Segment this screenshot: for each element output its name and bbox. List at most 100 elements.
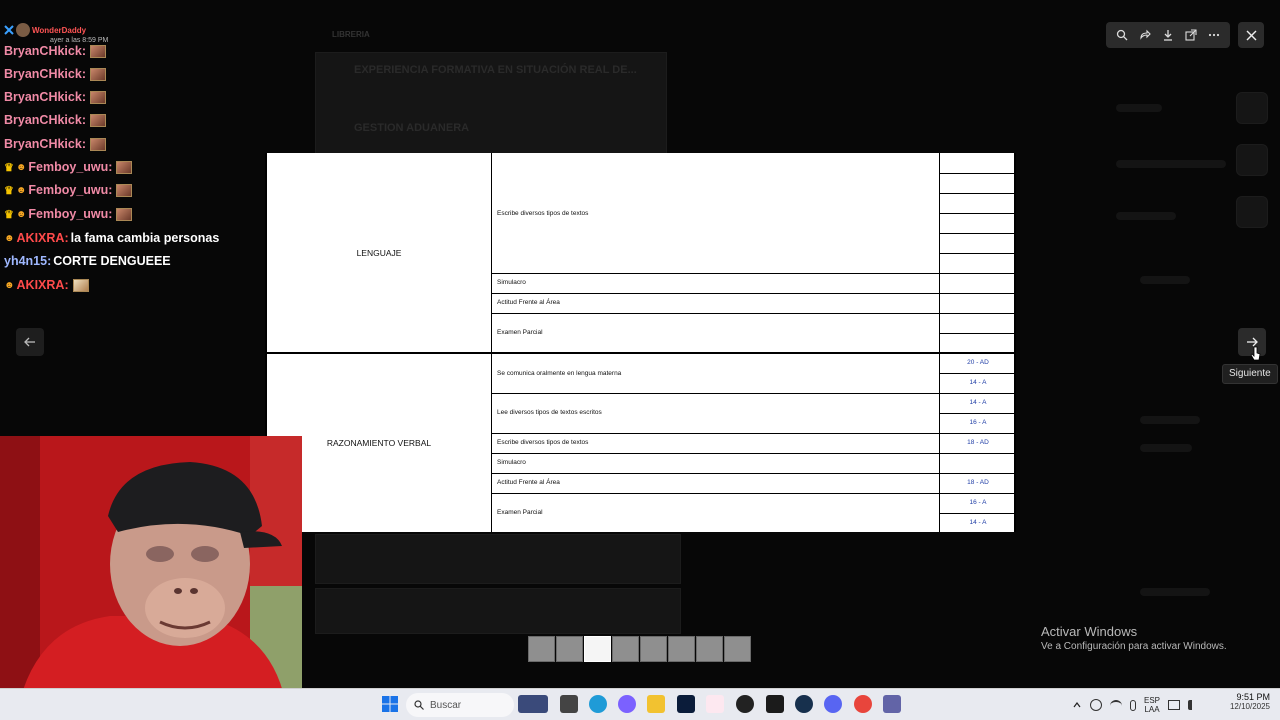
grade-cell: 14 - A (969, 399, 987, 406)
mouse-cursor-icon (1250, 346, 1261, 361)
chat-message: ♛ ☻ Femboy_uwu: (4, 204, 133, 224)
competency-label: Se comunica oralmente en lengua materna (497, 370, 622, 377)
emote-icon (72, 278, 89, 292)
chat-message: yh4n15: CORTE DENGUEEE (4, 254, 171, 268)
thumbnail[interactable] (640, 636, 667, 662)
competency-label: Escribe diversos tipos de textos (497, 210, 589, 217)
system-tray: ESP LAA (1072, 689, 1198, 720)
mask-badge-icon: ☻ (15, 161, 27, 173)
thumbnail-strip (528, 636, 752, 662)
emote-icon (116, 160, 133, 174)
close-icon (1246, 30, 1256, 40)
thumbnail[interactable] (556, 636, 583, 662)
zoom-icon[interactable] (1112, 25, 1132, 45)
widget-icon[interactable] (518, 695, 548, 713)
background-grid-2 (315, 588, 681, 634)
windows-start-icon[interactable] (381, 695, 399, 713)
volume-icon[interactable] (1188, 700, 1198, 710)
crown-badge-icon: ♛ (4, 184, 14, 197)
document-page: LENGUAJE Escribe diversos tipos de texto… (265, 153, 1016, 532)
chrome-icon[interactable] (854, 695, 872, 713)
teams-icon[interactable] (883, 695, 901, 713)
watermark-title: Activar Windows (1041, 624, 1138, 639)
network-icon[interactable] (1090, 699, 1102, 711)
mask-badge-icon: ☻ (15, 208, 27, 220)
file-explorer-icon[interactable] (647, 695, 665, 713)
open-external-icon[interactable] (1181, 25, 1201, 45)
taskbar-search[interactable]: Buscar (406, 693, 514, 717)
chat-message: BryanCHkick: (4, 87, 106, 107)
edge-icon[interactable] (589, 695, 607, 713)
thumbnail[interactable] (724, 636, 751, 662)
desktop-screen: EXPERIENCIA FORMATIVA EN SITUACIÓN REAL … (0, 0, 1280, 720)
activation-watermark: Activar Windows Ve a Configuración para … (1041, 624, 1227, 652)
competency-label: Simulacro (497, 459, 526, 466)
steam-icon[interactable] (795, 695, 813, 713)
emote-icon (89, 137, 106, 151)
chat-message: ♛ ☻ Femboy_uwu: (4, 157, 133, 177)
competency-label: Simulacro (497, 279, 526, 286)
mask-badge-icon: ☻ (4, 279, 15, 291)
chat-header-name: WonderDaddy (32, 25, 87, 35)
background-card-title: EXPERIENCIA FORMATIVA EN SITUACIÓN REAL … (354, 64, 637, 76)
area-label: LENGUAJE (356, 248, 402, 258)
download-icon[interactable] (1158, 25, 1178, 45)
background-grid (315, 534, 681, 584)
wifi-icon[interactable] (1110, 700, 1122, 710)
background-card-subtitle: GESTION ADUANERA (354, 122, 470, 134)
chat-message: BryanCHkick: (4, 110, 106, 130)
crown-badge-icon: ♛ (4, 161, 14, 174)
competency-label: Actitud Frente al Área (497, 299, 560, 306)
language-indicator[interactable]: ESP LAA (1144, 696, 1160, 714)
chat-message: ☻ AKIXRA: la fama cambia personas (4, 231, 220, 245)
chat-message: BryanCHkick: (4, 64, 106, 84)
epic-games-icon[interactable] (766, 695, 784, 713)
emote-icon (89, 67, 106, 81)
copilot-icon[interactable] (618, 695, 636, 713)
chat-message: ♛ ☻ Femboy_uwu: (4, 180, 133, 200)
photoshop-icon[interactable] (677, 695, 695, 713)
search-icon (414, 700, 424, 710)
network-status-icon[interactable] (1168, 700, 1181, 710)
grade-cell: 14 - A (969, 519, 987, 526)
competency-label: Examen Parcial (497, 509, 543, 516)
arrow-left-icon (24, 337, 35, 347)
grade-cell: 18 - AD (967, 479, 989, 486)
app-icon[interactable] (736, 695, 754, 713)
thumbnail[interactable] (668, 636, 695, 662)
thumbnail[interactable] (612, 636, 639, 662)
emote-icon (116, 207, 133, 221)
next-tooltip: Siguiente (1222, 364, 1278, 384)
previous-image-button[interactable] (16, 328, 44, 356)
more-options-icon[interactable] (1204, 25, 1224, 45)
clock[interactable]: 9:51 PM 12/10/2025 (1222, 692, 1270, 711)
chat-message: BryanCHkick: (4, 41, 106, 61)
grade-cell: 16 - A (969, 499, 987, 506)
competency-label: Examen Parcial (497, 329, 543, 336)
thumbnail-active[interactable] (584, 636, 611, 662)
thumbnail[interactable] (696, 636, 723, 662)
close-viewer-button[interactable] (1238, 22, 1264, 48)
emote-icon (116, 183, 133, 197)
thumbnail[interactable] (528, 636, 555, 662)
itunes-icon[interactable] (706, 695, 724, 713)
microphone-icon[interactable] (1130, 699, 1136, 711)
emote-icon (89, 44, 106, 58)
chat-message: ☻ AKIXRA: (4, 275, 89, 295)
competency-label: Actitud Frente al Área (497, 479, 560, 486)
task-view-icon[interactable] (560, 695, 578, 713)
chat-message: BryanCHkick: (4, 134, 106, 154)
viewer-toolbar (1106, 22, 1230, 48)
webcam-image (0, 436, 302, 700)
forward-icon[interactable] (1135, 25, 1155, 45)
chevron-up-icon[interactable] (1072, 700, 1082, 710)
avatar (16, 23, 30, 37)
grade-cell: 16 - A (969, 419, 987, 426)
webcam-feed (0, 436, 302, 700)
discord-icon[interactable] (824, 695, 842, 713)
watermark-subtitle: Ve a Configuración para activar Windows. (1041, 641, 1227, 652)
chat-header: WonderDaddy ayer a las 8:59 PM (4, 22, 108, 44)
crown-badge-icon: ♛ (4, 208, 14, 221)
background-channel-label: LIBRERIA (332, 30, 370, 39)
grade-cell: 14 - A (969, 379, 987, 386)
